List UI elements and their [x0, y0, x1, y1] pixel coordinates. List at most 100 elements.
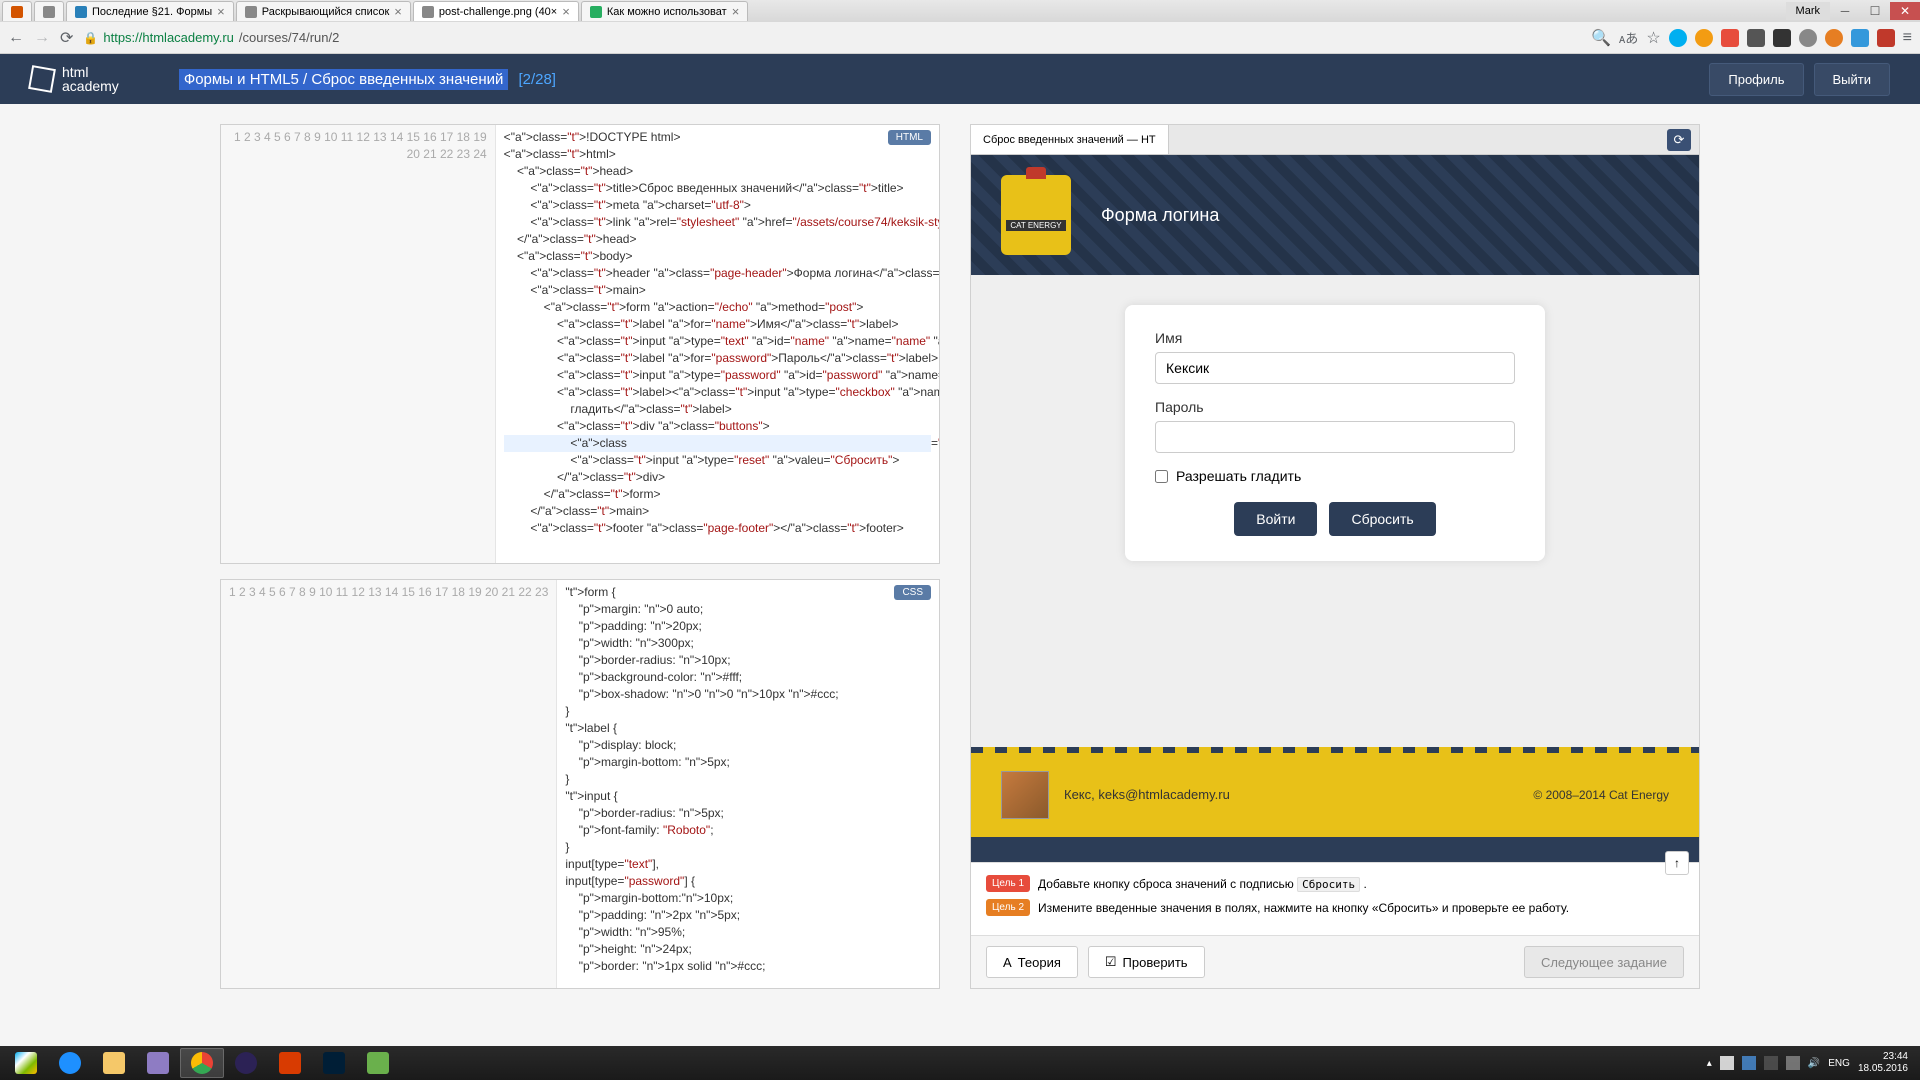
tray-icon[interactable]	[1764, 1056, 1778, 1070]
main-area: HTML 1 2 3 4 5 6 7 8 9 10 11 12 13 14 15…	[0, 104, 1920, 1009]
tray-icon[interactable]	[1720, 1056, 1734, 1070]
breadcrumb: Формы и HTML5 / Сброс введенных значений	[179, 69, 509, 90]
url-path: /courses/74/run/2	[239, 30, 339, 45]
extension-icon[interactable]	[1747, 29, 1765, 47]
theory-button[interactable]: AТеория	[986, 946, 1078, 978]
toolbar-icons: 🔍 ᴀあ ☆ ≡	[1591, 28, 1912, 48]
close-icon[interactable]: ×	[732, 4, 740, 19]
login-form: Имя Пароль Разрешать гладить Войти Сброс…	[1125, 305, 1545, 561]
close-icon[interactable]: ×	[562, 4, 570, 19]
menu-icon[interactable]: ≡	[1903, 29, 1912, 47]
skype-icon[interactable]	[1669, 29, 1687, 47]
font-icon: A	[1003, 955, 1012, 970]
tray-chevron-icon[interactable]: ▴	[1707, 1058, 1712, 1069]
preview-tab-bar: Сброс введенных значений — HT ⟳	[971, 125, 1699, 155]
logo-label: CAT ENERGY	[1006, 220, 1065, 231]
browser-tab[interactable]	[34, 1, 64, 21]
footer-copyright: © 2008–2014 Cat Energy	[1533, 788, 1669, 802]
chrome-icon[interactable]	[180, 1048, 224, 1078]
office-icon[interactable]	[268, 1048, 312, 1078]
app-icon[interactable]	[136, 1048, 180, 1078]
close-icon[interactable]: ×	[394, 4, 402, 19]
start-button[interactable]	[4, 1048, 48, 1078]
line-gutter: 1 2 3 4 5 6 7 8 9 10 11 12 13 14 15 16 1…	[221, 125, 496, 563]
css-badge: CSS	[894, 585, 931, 600]
photoshop-icon[interactable]	[312, 1048, 356, 1078]
check-icon: ☑	[1105, 954, 1117, 970]
html-editor[interactable]: HTML 1 2 3 4 5 6 7 8 9 10 11 12 13 14 15…	[220, 124, 940, 564]
goal-2-badge: Цель 2	[986, 899, 1030, 916]
footer-contact: Кекс, keks@htmlacademy.ru	[1064, 787, 1230, 802]
preview-title: Форма логина	[1101, 205, 1219, 226]
clock[interactable]: 23:44 18.05.2016	[1858, 1051, 1908, 1075]
ie-icon[interactable]	[48, 1048, 92, 1078]
extension-icon[interactable]	[1799, 29, 1817, 47]
notepad-icon[interactable]	[356, 1048, 400, 1078]
chrome-user-badge[interactable]: Mark	[1786, 2, 1830, 20]
windows-taskbar: ▴ 🔊 ENG 23:44 18.05.2016	[0, 1046, 1920, 1080]
star-icon[interactable]: ☆	[1646, 28, 1660, 48]
zoom-icon[interactable]: 🔍	[1591, 28, 1611, 48]
logo[interactable]: htmlacademy	[30, 65, 119, 93]
preview-bottom-bar	[971, 837, 1699, 862]
submit-button[interactable]: Войти	[1234, 502, 1317, 536]
html-badge: HTML	[888, 130, 931, 145]
logo-text: html	[62, 65, 119, 79]
window-close-icon[interactable]: ✕	[1890, 2, 1920, 20]
reload-preview-button[interactable]: ⟳	[1667, 129, 1691, 151]
extension-icon[interactable]	[1851, 29, 1869, 47]
code-content[interactable]: "t">form { "p">margin: "n">0 auto; "p">p…	[557, 580, 846, 988]
tab-title: Как можно использоват	[607, 6, 727, 18]
browser-tab[interactable]: Раскрывающийся список×	[236, 1, 411, 21]
reset-button[interactable]: Сбросить	[1329, 502, 1435, 536]
extension-icon[interactable]	[1721, 29, 1739, 47]
url-field[interactable]: 🔒 https://htmlacademy.ru/courses/74/run/…	[83, 30, 339, 45]
browser-tab[interactable]: Как можно использоват ×	[581, 1, 748, 21]
scroll-up-button[interactable]: ↑	[1665, 851, 1689, 875]
explorer-icon[interactable]	[92, 1048, 136, 1078]
lesson-counter: [2/28]	[518, 71, 556, 88]
cat-energy-logo: CAT ENERGY	[1001, 175, 1071, 255]
goals-panel: ↑ Цель 1 Добавьте кнопку сброса значений…	[971, 862, 1699, 936]
browser-tab[interactable]	[2, 1, 32, 21]
adblock-icon[interactable]	[1877, 29, 1895, 47]
goal-row: Цель 2 Измените введенные значения в пол…	[986, 899, 1684, 917]
profile-button[interactable]: Профиль	[1709, 63, 1803, 96]
browser-tab-strip: Последние §21. Формы × Раскрывающийся спи…	[0, 0, 1920, 22]
browser-tab[interactable]: Последние §21. Формы ×	[66, 1, 234, 21]
code-chip: Сбросить	[1297, 877, 1360, 892]
allow-checkbox[interactable]	[1155, 470, 1168, 483]
tray-icon[interactable]	[1742, 1056, 1756, 1070]
extension-icon[interactable]	[1825, 29, 1843, 47]
extension-icon[interactable]	[1695, 29, 1713, 47]
next-task-button[interactable]: Следующее задание	[1524, 946, 1684, 978]
password-label: Пароль	[1155, 399, 1515, 415]
language-indicator[interactable]: ENG	[1828, 1058, 1850, 1069]
browser-tab-active[interactable]: post-challenge.png (40××	[413, 1, 579, 21]
system-tray: ▴ 🔊 ENG 23:44 18.05.2016	[1707, 1051, 1916, 1075]
forward-icon[interactable]: →	[34, 29, 50, 47]
back-icon[interactable]: ←	[8, 29, 24, 47]
css-editor[interactable]: CSS 1 2 3 4 5 6 7 8 9 10 11 12 13 14 15 …	[220, 579, 940, 989]
volume-icon[interactable]: 🔊	[1808, 1058, 1820, 1069]
name-input[interactable]	[1155, 352, 1515, 384]
window-minimize-icon[interactable]: ─	[1830, 2, 1860, 20]
goal-2-text: Измените введенные значения в полях, наж…	[1038, 899, 1569, 917]
preview-header: CAT ENERGY Форма логина	[971, 155, 1699, 275]
window-maximize-icon[interactable]: ☐	[1860, 2, 1890, 20]
reload-icon[interactable]: ⟳	[60, 28, 73, 48]
code-content[interactable]: <"a">class="t">!DOCTYPE html> <"a">class…	[496, 125, 939, 563]
network-icon[interactable]	[1786, 1056, 1800, 1070]
clock-date: 18.05.2016	[1858, 1063, 1908, 1075]
goal-1-badge: Цель 1	[986, 875, 1030, 892]
eclipse-icon[interactable]	[224, 1048, 268, 1078]
translate-icon[interactable]: ᴀあ	[1619, 28, 1638, 47]
logout-button[interactable]: Выйти	[1814, 63, 1891, 96]
logo-icon	[28, 65, 56, 93]
close-icon[interactable]: ×	[217, 4, 225, 19]
password-input[interactable]	[1155, 421, 1515, 453]
tab-title: Последние §21. Формы	[92, 6, 212, 18]
preview-tab[interactable]: Сброс введенных значений — HT	[971, 125, 1169, 154]
extension-icon[interactable]	[1773, 29, 1791, 47]
check-button[interactable]: ☑Проверить	[1088, 946, 1205, 978]
